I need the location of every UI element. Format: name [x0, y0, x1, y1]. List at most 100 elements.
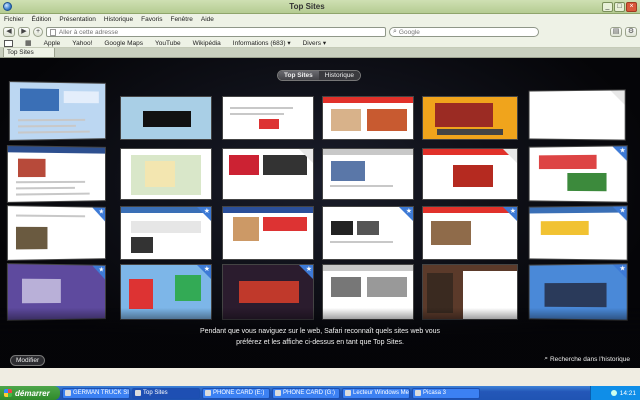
app-icon: [65, 390, 71, 396]
address-bar[interactable]: [46, 27, 386, 37]
close-button[interactable]: ×: [626, 1, 637, 12]
pinned-star-icon: [197, 207, 211, 221]
bookmarks-bar: ▦ Apple Yahoo! Google Maps YouTube Wikip…: [0, 39, 640, 48]
windows-taskbar: démarrer GERMAN TRUCK SIM... Top Sites P…: [0, 386, 640, 400]
page-menu-icon[interactable]: ▤: [610, 27, 622, 37]
tab-bar: Top Sites: [0, 48, 640, 58]
site-thumbnail[interactable]: [120, 148, 212, 200]
task-label: Top Sites: [143, 389, 168, 396]
search-input[interactable]: [398, 28, 538, 36]
bookmark-wikipedia[interactable]: Wikipédia: [193, 40, 221, 47]
site-thumbnail[interactable]: [222, 96, 314, 140]
toolbar: ◀ ▶ + ⌕ ▤ ⚙: [0, 25, 640, 39]
history-search[interactable]: ⌕ Recherche dans l'historique: [544, 355, 630, 363]
site-thumbnail[interactable]: [6, 205, 106, 261]
pinned-star-icon: [612, 206, 627, 221]
site-thumbnail[interactable]: [120, 96, 212, 140]
menu-edit[interactable]: Édition: [32, 16, 52, 23]
tray-icon[interactable]: [610, 390, 617, 396]
menu-history[interactable]: Historique: [104, 16, 133, 23]
address-input[interactable]: [58, 28, 385, 36]
site-thumbnail[interactable]: [322, 96, 414, 140]
search-icon: ⌕: [393, 28, 397, 35]
site-thumbnail[interactable]: [222, 206, 314, 260]
menu-bookmarks[interactable]: Favoris: [141, 16, 162, 23]
top-sites-info: Pendant que vous naviguez sur le web, Sa…: [160, 326, 480, 348]
site-thumbnail[interactable]: [528, 205, 628, 261]
bookmark-youtube[interactable]: YouTube: [155, 40, 181, 47]
taskbar-item[interactable]: PHONE CARD (G:): [272, 387, 340, 399]
tab-history-view[interactable]: Historique: [318, 71, 361, 80]
minimize-button[interactable]: _: [602, 1, 613, 12]
edit-button[interactable]: Modifier: [10, 355, 46, 366]
info-line-2: préférez et les affiche ci-dessus en tan…: [236, 339, 404, 346]
maximize-button[interactable]: □: [614, 1, 625, 12]
window-title: Top Sites: [289, 2, 325, 11]
info-line-1: Pendant que vous naviguez sur le web, Sa…: [199, 328, 441, 335]
view-switcher: Top Sites Historique: [277, 70, 362, 81]
tab-top-sites[interactable]: Top Sites: [3, 48, 55, 58]
gear-icon[interactable]: ⚙: [625, 27, 637, 37]
bookmark-misc-folder[interactable]: Divers ▾: [303, 39, 327, 47]
menu-file[interactable]: Fichier: [4, 16, 24, 23]
pinned-star-icon: [612, 264, 627, 279]
show-bookmarks-icon[interactable]: [4, 39, 13, 47]
media-player-icon: [345, 390, 351, 396]
taskbar-item[interactable]: Top Sites: [132, 387, 200, 399]
site-thumbnail[interactable]: [322, 206, 414, 260]
add-bookmark-button[interactable]: +: [33, 27, 43, 37]
clock: 14:21: [619, 389, 636, 397]
taskbar-item[interactable]: GERMAN TRUCK SIM...: [62, 387, 130, 399]
search-field[interactable]: ⌕: [389, 27, 539, 37]
taskbar-item[interactable]: Lecteur Windows Media: [342, 387, 410, 399]
pinned-star-icon: [92, 207, 106, 222]
folder-icon: [205, 390, 211, 396]
site-thumbnail[interactable]: [528, 145, 628, 203]
menu-window[interactable]: Fenêtre: [170, 16, 192, 23]
site-thumbnail[interactable]: [120, 206, 212, 260]
page-curl-icon: [610, 90, 625, 105]
bookmark-news-folder[interactable]: Informations (683) ▾: [233, 39, 291, 47]
task-label: PHONE CARD (G:): [283, 389, 336, 396]
safari-icon: [135, 390, 141, 396]
search-icon: ⌕: [544, 355, 548, 362]
site-thumbnail[interactable]: [422, 148, 518, 200]
menu-help[interactable]: Aide: [201, 16, 214, 23]
pinned-star-icon: [299, 265, 313, 279]
bookmark-apple[interactable]: Apple: [44, 40, 61, 47]
site-thumbnail[interactable]: [222, 148, 314, 200]
title-bar: Top Sites _ □ ×: [0, 0, 640, 14]
menu-view[interactable]: Présentation: [59, 16, 96, 23]
forward-button[interactable]: ▶: [18, 27, 30, 37]
page-icon: [50, 28, 56, 36]
site-thumbnail[interactable]: [322, 148, 414, 200]
site-thumbnail[interactable]: [8, 81, 107, 141]
bookmark-yahoo[interactable]: Yahoo!: [72, 40, 92, 47]
pinned-star-icon: [612, 146, 627, 161]
site-thumbnail[interactable]: [422, 96, 518, 140]
taskbar-item[interactable]: PHONE CARD (E:): [202, 387, 270, 399]
picasa-icon: [415, 390, 421, 396]
tab-top-sites-view[interactable]: Top Sites: [278, 71, 319, 80]
system-tray: 14:21: [590, 386, 640, 400]
site-thumbnail[interactable]: [422, 206, 518, 260]
topsites-grid-icon[interactable]: ▦: [25, 39, 32, 47]
history-search-label: Recherche dans l'historique: [549, 355, 630, 363]
folder-icon: [275, 390, 281, 396]
page-curl-icon: [299, 149, 313, 163]
task-label: PHONE CARD (E:): [213, 389, 265, 396]
start-button[interactable]: démarrer: [0, 386, 60, 400]
menu-bar: Fichier Édition Présentation Historique …: [0, 14, 640, 25]
pinned-star-icon: [197, 265, 211, 279]
start-label: démarrer: [15, 388, 50, 398]
page-curl-icon: [503, 149, 517, 163]
top-sites-view: Top Sites Historique ★ ★ ★ ★ ★ ★ ★ ★ ★ ★…: [0, 58, 640, 368]
task-label: GERMAN TRUCK SIM...: [73, 389, 129, 396]
site-thumbnail[interactable]: [6, 145, 106, 203]
windows-logo-icon: [4, 389, 12, 397]
taskbar-item[interactable]: Picasa 3: [412, 387, 480, 399]
bookmark-google-maps[interactable]: Google Maps: [104, 40, 143, 47]
back-button[interactable]: ◀: [3, 27, 15, 37]
site-thumbnail[interactable]: [528, 89, 626, 141]
pinned-star-icon: [503, 207, 517, 221]
